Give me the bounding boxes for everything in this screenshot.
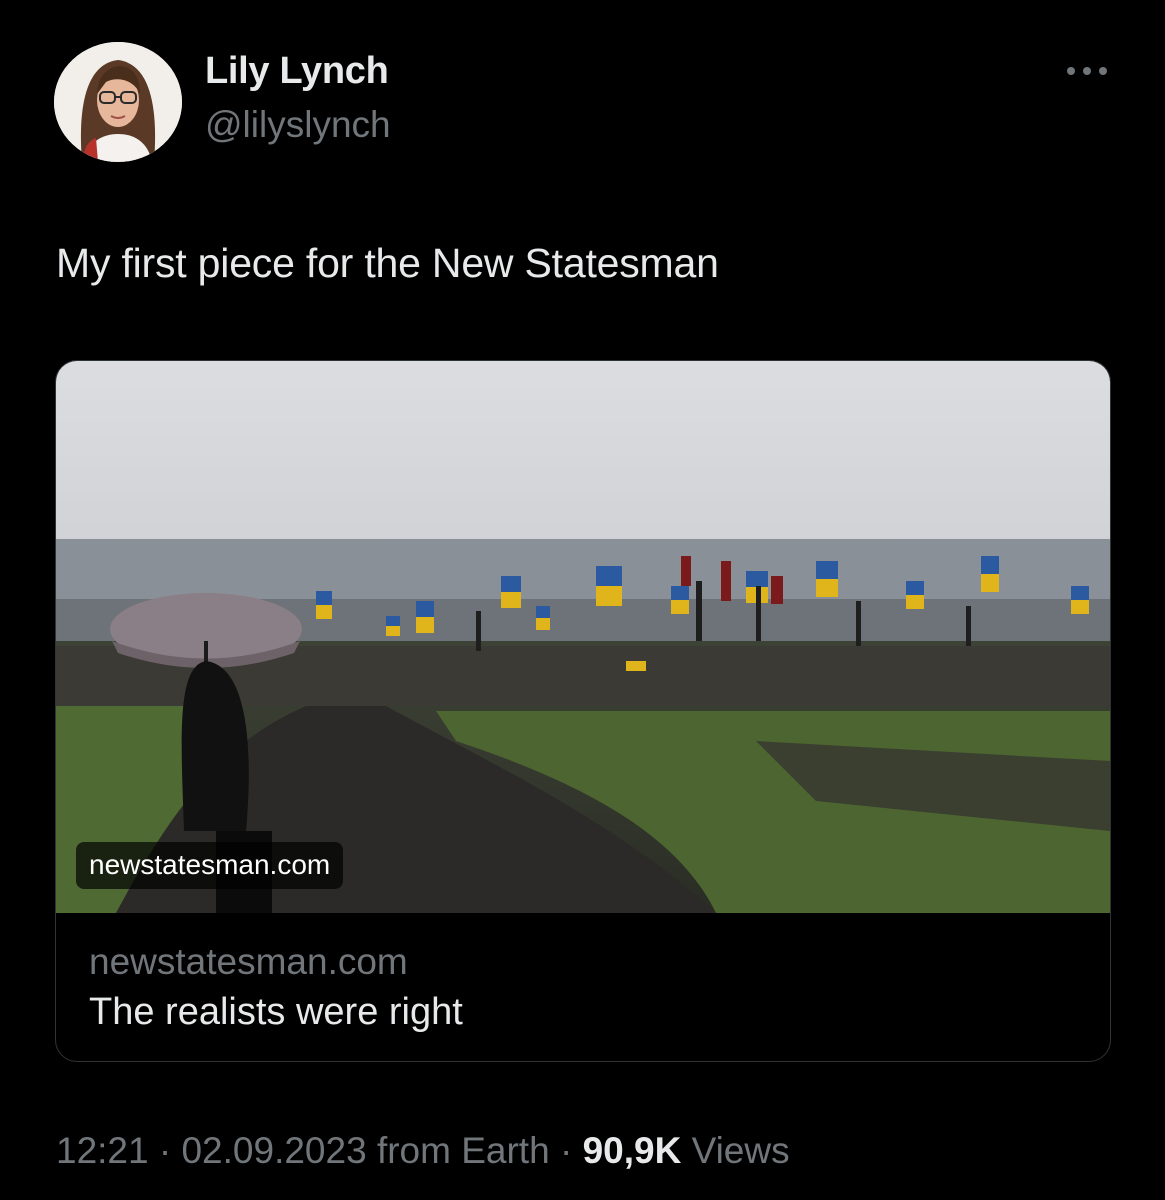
link-card[interactable]: newstatesman.com newstatesman.com The re… [55,360,1111,1062]
views-label: Views [691,1130,790,1171]
avatar[interactable] [54,42,182,162]
tweet-metadata: 12:21 · 02.09.2023 from Earth · 90,9K Vi… [56,1130,790,1172]
card-image [56,361,1110,913]
author-handle[interactable]: @lilyslynch [205,104,391,146]
card-image-domain-label: newstatesman.com [76,842,344,889]
separator: · [559,1130,573,1171]
more-horizontal-icon [1067,67,1107,75]
views-count[interactable]: 90,9K [583,1130,682,1171]
tweet-time[interactable]: 12:21 [56,1130,149,1171]
separator: · [158,1130,172,1171]
card-title: The realists were right [89,991,463,1033]
avatar-photo [54,42,182,162]
card-domain: newstatesman.com [89,941,408,982]
tweet-text: My first piece for the New Statesman [56,240,719,286]
tweet-source: from Earth [376,1130,550,1171]
tweet-detail: Lily Lynch @lilyslynch My first piece fo… [0,0,1165,1200]
author-display-name[interactable]: Lily Lynch [205,50,389,93]
tweet-date[interactable]: 02.09.2023 [181,1130,366,1171]
more-options-button[interactable] [1062,58,1112,84]
